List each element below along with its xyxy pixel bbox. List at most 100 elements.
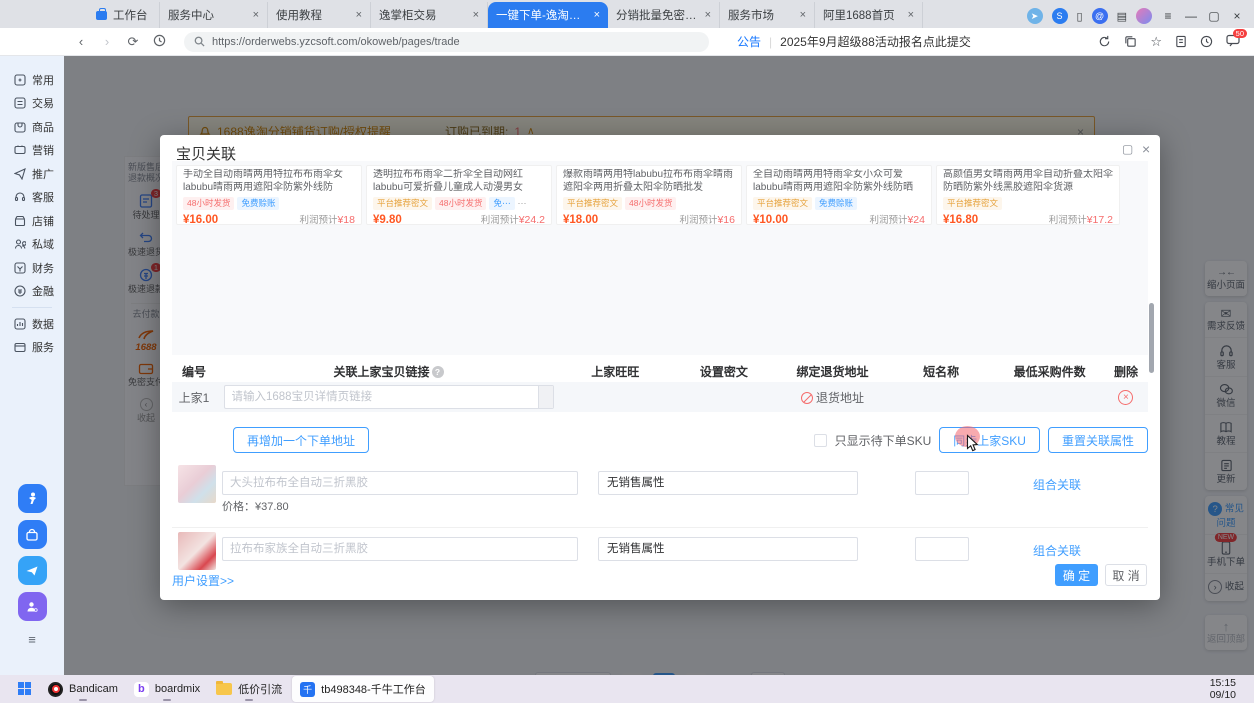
profile-avatar[interactable] — [1136, 8, 1152, 24]
maximize-button[interactable]: ▢ — [1207, 9, 1221, 23]
link-input-addon[interactable] — [538, 386, 553, 408]
clock-icon[interactable] — [1200, 35, 1213, 48]
tab-workbench[interactable]: 工作台 — [88, 2, 160, 28]
paper-plane-icon[interactable]: ➤ — [1027, 8, 1043, 24]
user-settings-link[interactable]: 用户设置>> — [172, 572, 234, 589]
messages-icon[interactable]: 50 — [1226, 34, 1240, 50]
sale-attr-box-1[interactable]: 无销售属性 — [598, 471, 858, 495]
supplier-card[interactable]: 爆款雨晴两用特labubu拉布布雨伞晴雨遮阳伞两用折叠太阳伞防晒批发 平台推荐密… — [556, 165, 742, 225]
forward-icon[interactable]: › — [94, 34, 120, 49]
sidebar-item-data[interactable]: 数据 — [0, 312, 64, 336]
clock-date: 09/10 — [1210, 689, 1236, 701]
browser-menu-icon[interactable]: ≡ — [1161, 9, 1175, 23]
sidebar-item-common[interactable]: 常用 — [0, 68, 64, 92]
modal-scrollbar-thumb[interactable] — [1149, 303, 1154, 373]
sidebar-item-finance[interactable]: 财务 — [0, 256, 64, 280]
page-icon[interactable] — [1175, 35, 1187, 48]
favorite-star-icon[interactable]: ☆ — [1150, 34, 1162, 50]
short-name-input-2[interactable] — [222, 537, 578, 561]
sidebar-item-trade[interactable]: 交易 — [0, 92, 64, 116]
tab-close-icon[interactable]: × — [594, 10, 600, 21]
tab-tutorial[interactable]: 使用教程 × — [268, 2, 371, 28]
sync-supplier-sku-button[interactable]: 同步上家SKU — [939, 427, 1040, 453]
supplier-card[interactable]: 手动全自动雨晴两用特拉布布雨伞女labubu晴雨两用遮阳伞防紫外线防 48小时发… — [176, 165, 362, 225]
tab-label: 服务市场 — [728, 7, 794, 23]
windows-taskbar: Bandicam b boardmix 低价引流 千 tb498348-千牛工作… — [0, 675, 1254, 703]
assistant-plugin-icon[interactable]: @ — [1092, 8, 1108, 24]
sidebar-item-marketing[interactable]: 营销 — [0, 139, 64, 163]
back-icon[interactable]: ‹ — [68, 34, 94, 49]
app-shortcut-icon-2[interactable] — [18, 520, 47, 549]
tab-close-icon[interactable]: × — [253, 10, 259, 21]
return-address-cell[interactable]: 退货地址 — [778, 389, 887, 406]
tab-close-icon[interactable]: × — [800, 10, 806, 21]
min-purchase-input-1[interactable] — [915, 471, 969, 495]
sidebar-item-services[interactable]: 服务 — [0, 336, 64, 360]
card-price: ¥16.80 — [943, 214, 978, 226]
reset-association-button[interactable]: 重置关联属性 — [1048, 427, 1148, 453]
phone-plugin-icon[interactable]: ▯ — [1077, 10, 1083, 23]
tab-close-icon[interactable]: × — [356, 10, 362, 21]
app-shortcut-icon-4[interactable] — [18, 592, 47, 621]
close-button[interactable]: × — [1230, 9, 1244, 23]
windows-logo-icon — [18, 682, 32, 696]
modal-close-icon[interactable]: × — [1142, 141, 1150, 157]
announcement[interactable]: 公告 | 2025年9月超级88活动报名点此提交 — [737, 33, 971, 50]
modal-maximize-icon[interactable]: ▢ — [1122, 142, 1133, 156]
sidebar-collapse-menu-icon[interactable]: ≡ — [28, 632, 36, 647]
tag-48h: 48小时发货 — [435, 197, 486, 210]
taskbar-app-bandicam[interactable]: Bandicam — [40, 676, 126, 702]
notes-plugin-icon[interactable]: ▤ — [1117, 10, 1127, 23]
tab-service-market[interactable]: 服务市场 × — [720, 2, 815, 28]
minimize-button[interactable]: — — [1184, 9, 1198, 23]
more-tags-ellipsis: ··· — [518, 198, 527, 208]
add-order-address-button[interactable]: 再增加一个下单地址 — [233, 427, 369, 453]
url-bar[interactable]: https://orderwebs.yzcsoft.com/okoweb/pag… — [184, 32, 709, 52]
trade-icon — [14, 97, 26, 109]
running-indicator — [245, 699, 253, 701]
history-icon[interactable] — [146, 34, 172, 50]
help-icon[interactable]: ? — [432, 366, 444, 378]
sidebar-item-shop[interactable]: 店铺 — [0, 209, 64, 233]
cancel-button[interactable]: 取 消 — [1105, 564, 1147, 586]
taskbar-folder[interactable]: 低价引流 — [208, 676, 290, 702]
card-profit: 利润预计¥24 — [869, 212, 925, 226]
taskbar-clock[interactable]: 15:15 09/10 — [1210, 677, 1254, 701]
supplier-link-input[interactable] — [225, 386, 538, 408]
tab-close-icon[interactable]: × — [908, 10, 914, 21]
show-pending-sku-checkbox[interactable] — [814, 434, 827, 447]
tab-batch-pay[interactable]: 分销批量免密支付 × — [608, 2, 720, 28]
min-purchase-input-2[interactable] — [915, 537, 969, 561]
supplier-card[interactable]: 高颜值男女晴雨两用伞自动折叠太阳伞防晒防紫外线黑胶遮阳伞货源 平台推荐密文 ¥1… — [936, 165, 1120, 225]
screen: 工作台 服务中心 × 使用教程 × 逸掌柜交易 × 一键下单-逸淘软件 × 分销… — [0, 0, 1254, 703]
supplier-card[interactable]: 透明拉布布雨伞二折伞全自动网红labubu可爱折叠儿童成人动漫男女 平台推荐密文… — [366, 165, 552, 225]
app-shortcut-icon-3[interactable] — [18, 556, 47, 585]
copy-icon[interactable] — [1124, 35, 1137, 48]
confirm-button[interactable]: 确 定 — [1055, 564, 1098, 586]
sidebar-item-goods[interactable]: 商品 — [0, 115, 64, 139]
sidebar-item-funds[interactable]: 金融 — [0, 280, 64, 304]
refresh-icon[interactable]: ⟳ — [120, 34, 146, 50]
sidebar-item-private[interactable]: 私域 — [0, 233, 64, 257]
sale-attr-box-2[interactable]: 无销售属性 — [598, 537, 858, 561]
tab-yzg-trade[interactable]: 逸掌柜交易 × — [371, 2, 488, 28]
start-button[interactable] — [10, 676, 40, 702]
app-shortcut-icon-1[interactable] — [18, 484, 47, 513]
tab-1688-home[interactable]: 阿里1688首页 × — [815, 2, 923, 28]
tab-service-center[interactable]: 服务中心 × — [160, 2, 268, 28]
lightning-plugin-icon[interactable]: S — [1052, 8, 1068, 24]
combo-association-link-2[interactable]: 组合关联 — [1033, 542, 1081, 559]
sidebar-item-service[interactable]: 客服 — [0, 186, 64, 210]
sidebar-item-promotion[interactable]: 推广 — [0, 162, 64, 186]
supplier-card[interactable]: 全自动雨晴两用特雨伞女小众可爱labubu晴雨两用遮阳伞防紫外线防晒 平台推荐密… — [746, 165, 932, 225]
site-refresh-icon[interactable] — [1098, 35, 1111, 48]
combo-association-link-1[interactable]: 组合关联 — [1033, 476, 1081, 493]
tab-close-icon[interactable]: × — [705, 10, 711, 21]
sidebar-divider — [12, 307, 52, 308]
short-name-input-1[interactable] — [222, 471, 578, 495]
tab-close-icon[interactable]: × — [473, 10, 479, 21]
taskbar-app-qianniu-active[interactable]: 千 tb498348-千牛工作台 — [292, 676, 434, 702]
taskbar-app-boardmix[interactable]: b boardmix — [126, 676, 208, 702]
tab-one-key-order-active[interactable]: 一键下单-逸淘软件 × — [488, 2, 608, 28]
delete-row-icon[interactable]: × — [1118, 390, 1133, 405]
